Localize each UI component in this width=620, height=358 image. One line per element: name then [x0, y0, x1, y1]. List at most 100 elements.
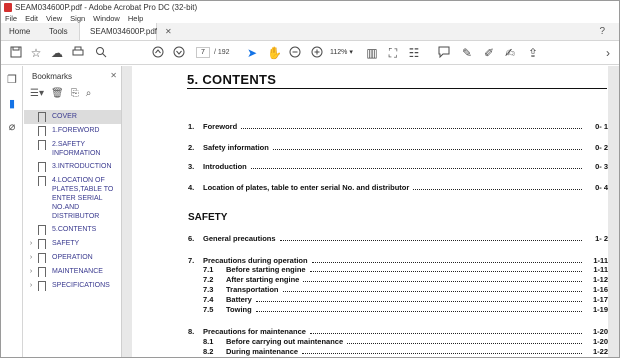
toc-entry-number: 8.1	[203, 337, 214, 346]
toc-entry-title: Towing	[226, 305, 252, 314]
hand-tool-icon[interactable]: ✋	[267, 46, 282, 60]
menu-window[interactable]: Window	[93, 14, 120, 23]
draw-icon[interactable]: ✐	[482, 46, 496, 60]
help-icon[interactable]: ?	[599, 26, 605, 37]
toc-dot-leader	[347, 343, 582, 344]
menu-file[interactable]: File	[5, 14, 17, 23]
delete-bookmark-icon[interactable]: 🗑	[51, 88, 64, 99]
expand-chevron-icon[interactable]: ›	[24, 267, 34, 276]
toc-entry[interactable]: 6. General precautions 1- 2	[188, 234, 608, 243]
toc-dot-leader	[282, 291, 582, 292]
toc-entry[interactable]: 7.3 Transportation 1-16	[188, 285, 608, 294]
bookmark-item[interactable]: COVER	[24, 110, 121, 124]
toc-entry[interactable]: 7.4 Battery 1-17	[188, 295, 608, 304]
bookmark-options-icon[interactable]: ☰▾	[30, 88, 44, 99]
expand-chevron-icon[interactable]: ›	[24, 239, 34, 248]
toc-entry[interactable]: 1. Foreword 0- 1	[188, 122, 608, 131]
toc-entry[interactable]: 7.2 After starting engine 1-12	[188, 275, 608, 284]
bookmark-item[interactable]: 4.LOCATION OF PLATES,TABLE TO ENTER SERI…	[24, 174, 121, 223]
menu-edit[interactable]: Edit	[25, 14, 38, 23]
expand-chevron-icon[interactable]: ›	[24, 253, 34, 262]
close-tab-icon[interactable]: ✕	[165, 27, 172, 36]
toolbar-options-icon[interactable]: ☷	[407, 46, 421, 60]
page-number-input[interactable]: 7	[196, 47, 210, 58]
toc-entry[interactable]: 8. Precautions for maintenance 1-20	[188, 327, 608, 336]
bookmark-label: 4.LOCATION OF PLATES,TABLE TO ENTER SERI…	[52, 177, 114, 220]
zoom-out-icon[interactable]	[288, 46, 302, 60]
toc-entry-title: Before starting engine	[226, 265, 306, 274]
toc-entry[interactable]: 2. Safety information 0- 2	[188, 143, 608, 152]
toc-entry-title: Introduction	[203, 162, 247, 171]
toc-entry-number: 4.	[188, 183, 195, 192]
menu-help[interactable]: Help	[128, 14, 143, 23]
upload-icon[interactable]: ☁	[50, 46, 64, 60]
fit-page-icon[interactable]: ⛶	[386, 46, 400, 60]
toc-entry-title: Before carrying out maintenance	[226, 337, 344, 346]
bookmark-item[interactable]: › SPECIFICATIONS	[24, 279, 121, 293]
bookmark-icon	[37, 281, 46, 291]
page-heading: 5. CONTENTS	[187, 72, 277, 87]
tab-home[interactable]: Home	[1, 23, 39, 40]
menu-sign[interactable]: Sign	[70, 14, 85, 23]
tab-document[interactable]: SEAM034600P.pdf ✕	[79, 23, 172, 40]
bookmark-icon	[37, 140, 46, 150]
toc-entry-page: 0- 2	[595, 143, 608, 152]
bookmark-item[interactable]: › SAFETY	[24, 237, 121, 251]
previous-page-icon[interactable]	[151, 46, 165, 60]
search-icon[interactable]	[94, 46, 108, 60]
toc-entry[interactable]: 7.1 Before starting engine 1-11	[188, 265, 608, 274]
bookmark-label: 3.INTRODUCTION	[52, 163, 112, 170]
select-cursor-icon[interactable]: ➤	[245, 46, 259, 60]
find-bookmark-icon[interactable]: ⌕	[86, 88, 92, 99]
toc-entry-page: 1-17	[592, 295, 608, 304]
print-icon[interactable]	[71, 46, 85, 60]
bookmark-item[interactable]: 3.INTRODUCTION	[24, 160, 121, 174]
bookmark-item[interactable]: 1.FOREWORD	[24, 124, 121, 138]
toc-entry-number: 7.1	[203, 265, 214, 274]
bookmark-item[interactable]: 5.CONTENTS	[24, 223, 121, 237]
toc-entry-title: Transportation	[226, 285, 279, 294]
toc-entry-number: 2.	[188, 143, 195, 152]
section-heading-safety: SAFETY	[188, 212, 228, 223]
toc-entry[interactable]: 8.2 During maintenance 1-22	[188, 347, 608, 356]
zoom-level-dropdown[interactable]: 112% ▾	[330, 47, 358, 58]
left-rail: ❐ ▮ ⌀	[1, 66, 23, 357]
bookmark-item[interactable]: › OPERATION	[24, 251, 121, 265]
bookmark-label: 5.CONTENTS	[52, 226, 97, 233]
next-page-icon[interactable]	[172, 46, 186, 60]
page-thumbnails-icon[interactable]: ❐	[6, 74, 18, 86]
highlight-icon[interactable]: ✎	[460, 46, 474, 60]
menu-view[interactable]: View	[46, 14, 62, 23]
toc-entry-title: General precautions	[203, 234, 276, 243]
bookmarks-panel-icon[interactable]: ▮	[6, 98, 18, 110]
toc-dot-leader	[250, 168, 582, 169]
toc-entry-title: Safety information	[203, 143, 269, 152]
toc-entry[interactable]: 4. Location of plates, table to enter ser…	[188, 183, 608, 192]
bookmark-item[interactable]: › MAINTENANCE	[24, 265, 121, 279]
tab-tools[interactable]: Tools	[39, 23, 79, 40]
sign-icon[interactable]: ✍	[503, 46, 517, 60]
comment-icon[interactable]	[437, 46, 451, 60]
toc-dot-leader	[241, 128, 582, 129]
toc-entry-title: Precautions during operation	[203, 256, 308, 265]
share-icon[interactable]: ⇪	[526, 46, 540, 60]
expand-chevron-icon[interactable]: ›	[24, 281, 34, 290]
bookmark-item[interactable]: 2.SAFETY INFORMATION	[24, 138, 121, 160]
close-panel-icon[interactable]: ✕	[110, 71, 117, 80]
toc-entry[interactable]: 7.5 Towing 1-19	[188, 305, 608, 314]
document-view[interactable]: 5. CONTENTS 1. Foreword 0- 1 2. Safety infor…	[122, 66, 619, 357]
tab-bar: Home Tools SEAM034600P.pdf ✕ ?	[1, 23, 619, 41]
bookmark-star-icon[interactable]: ☆	[29, 46, 43, 60]
save-icon[interactable]	[9, 46, 23, 60]
toc-entry[interactable]: 3. Introduction 0- 3	[188, 162, 608, 171]
bookmark-label: COVER	[52, 113, 77, 120]
toc-entry-page: 1-19	[592, 305, 608, 314]
heading-rule	[187, 88, 607, 89]
zoom-in-icon[interactable]	[310, 46, 324, 60]
attachments-icon[interactable]: ⌀	[6, 121, 18, 133]
scroll-mode-icon[interactable]: ▥	[365, 46, 379, 60]
more-options-icon[interactable]: ›	[601, 46, 615, 60]
toc-entry[interactable]: 8.1 Before carrying out maintenance 1-20	[188, 337, 608, 346]
toc-entry[interactable]: 7. Precautions during operation 1-11	[188, 256, 608, 265]
new-bookmark-icon[interactable]: ⎘	[71, 88, 79, 99]
